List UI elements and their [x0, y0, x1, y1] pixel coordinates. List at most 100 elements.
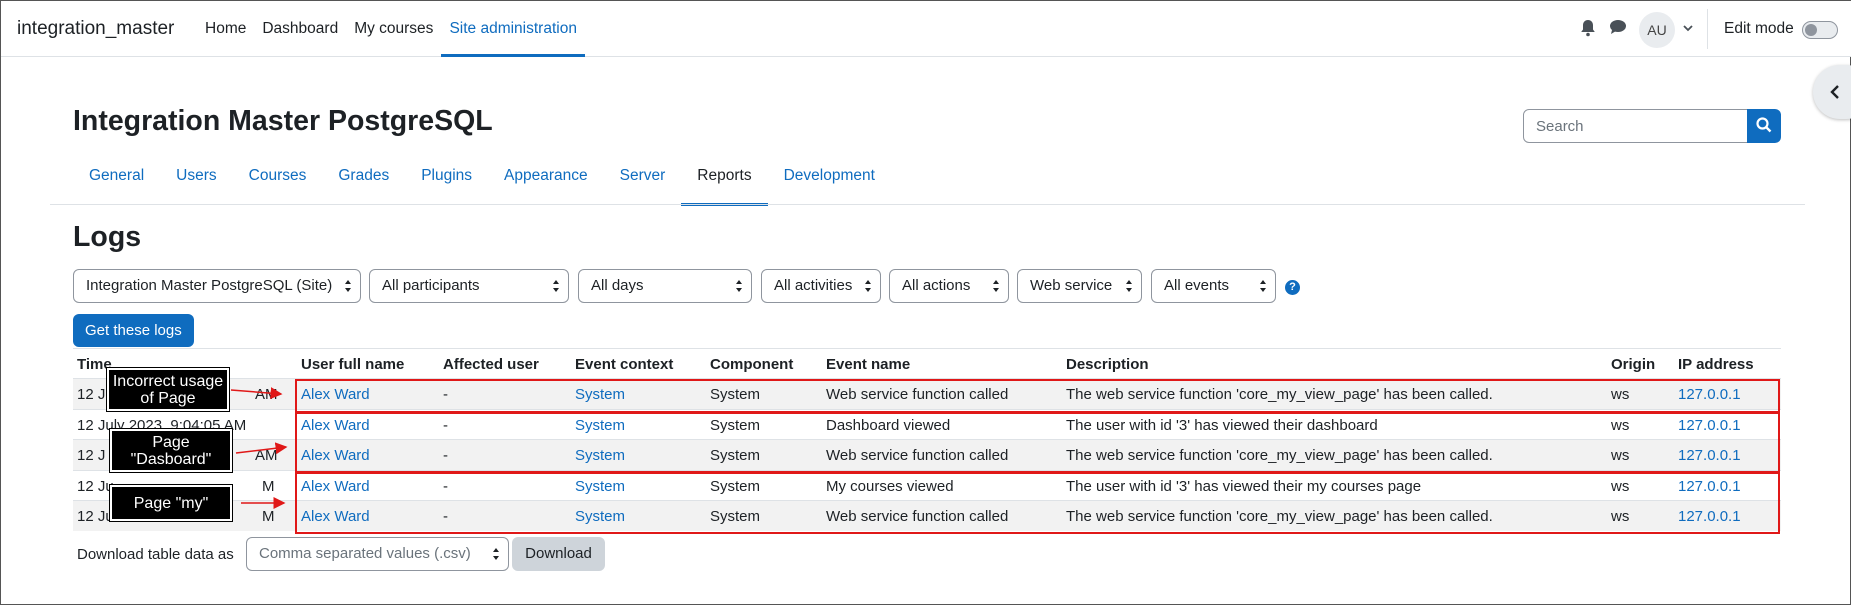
chevron-down-icon[interactable] — [1682, 21, 1696, 35]
row-user-link[interactable]: Alex Ward — [301, 508, 370, 525]
events-select-value: All events — [1164, 277, 1230, 294]
row-user-link[interactable]: Alex Ward — [301, 417, 370, 434]
row-context-link[interactable]: System — [575, 417, 625, 434]
callout-page-my: Page "my" — [109, 484, 233, 522]
edit-mode-label: Edit mode — [1724, 20, 1794, 37]
nav-home[interactable]: Home — [197, 1, 254, 57]
row-time: 12 J — [77, 386, 106, 403]
search-icon — [1756, 117, 1772, 133]
tab-courses[interactable]: Courses — [233, 163, 323, 205]
table-row: 12 Ju M Alex Ward - System System Web se… — [73, 500, 1781, 531]
row-event-name: My courses viewed — [826, 477, 954, 495]
tabs-divider — [50, 204, 1805, 205]
column-header-user[interactable]: User full name — [301, 356, 404, 373]
origin-select[interactable]: Web service — [1017, 269, 1142, 303]
row-origin: ws — [1611, 447, 1630, 465]
table-row: 12 J AM Alex Ward - System System Web se… — [73, 378, 1781, 409]
chevron-left-icon — [1830, 85, 1839, 99]
callout-incorrect-usage: Incorrect usage of Page — [106, 367, 230, 412]
download-label: Download table data as — [77, 546, 234, 563]
site-select-value: Integration Master PostgreSQL (Site) — [86, 277, 333, 294]
nav-site-administration[interactable]: Site administration — [441, 1, 585, 57]
table-header: Time User full name Affected user Event … — [73, 348, 1781, 378]
help-icon[interactable]: ? — [1285, 280, 1300, 295]
row-context-link[interactable]: System — [575, 447, 625, 464]
tab-server[interactable]: Server — [604, 163, 682, 205]
row-time: 12 Ju — [77, 508, 114, 526]
row-description: The web service function 'core_my_view_p… — [1066, 508, 1493, 526]
row-component: System — [710, 416, 761, 434]
row-user-link[interactable]: Alex Ward — [301, 386, 370, 403]
row-user-link[interactable]: Alex Ward — [301, 447, 370, 464]
search-button[interactable] — [1747, 109, 1781, 143]
row-ip-link[interactable]: 127.0.0.1 — [1678, 508, 1741, 525]
row-component: System — [710, 508, 761, 526]
row-origin: ws — [1611, 386, 1630, 403]
tab-reports[interactable]: Reports — [681, 163, 768, 206]
messages-chat-icon[interactable] — [1609, 19, 1629, 39]
primary-navigation: Home Dashboard My courses Site administr… — [197, 1, 585, 57]
download-button[interactable]: Download — [512, 537, 605, 571]
days-select-value: All days — [591, 277, 644, 294]
open-drawer-button[interactable] — [1813, 65, 1851, 119]
get-these-logs-button[interactable]: Get these logs — [73, 314, 194, 347]
select-arrows-icon — [1126, 280, 1132, 292]
select-arrows-icon — [493, 548, 499, 560]
events-select[interactable]: All events — [1151, 269, 1276, 303]
nav-dashboard[interactable]: Dashboard — [254, 1, 346, 57]
row-event-name: Web service function called — [826, 508, 1009, 526]
origin-select-value: Web service — [1030, 277, 1113, 294]
row-time-tail: M — [262, 477, 275, 495]
row-ip-link[interactable]: 127.0.0.1 — [1678, 447, 1741, 464]
row-affected-user: - — [443, 386, 448, 403]
row-affected-user: - — [443, 477, 448, 495]
search-field[interactable] — [1523, 109, 1749, 143]
edit-mode-toggle[interactable] — [1802, 21, 1838, 39]
row-origin: ws — [1611, 416, 1630, 434]
page-title: Integration Master PostgreSQL — [73, 105, 493, 137]
site-name[interactable]: integration_master — [17, 18, 174, 40]
admin-tabs: General Users Courses Grades Plugins App… — [73, 163, 891, 206]
select-arrows-icon — [1260, 280, 1266, 292]
row-affected-user: - — [443, 416, 448, 434]
column-header-ip-address: IP address — [1678, 356, 1754, 373]
row-affected-user: - — [443, 447, 448, 465]
tab-plugins[interactable]: Plugins — [405, 163, 488, 205]
tab-appearance[interactable]: Appearance — [488, 163, 604, 205]
user-avatar[interactable]: AU — [1639, 12, 1675, 48]
site-select[interactable]: Integration Master PostgreSQL (Site) — [73, 269, 361, 303]
tab-general[interactable]: General — [73, 163, 160, 205]
search-input[interactable] — [1524, 110, 1748, 142]
select-arrows-icon — [553, 280, 559, 292]
download-format-select[interactable]: Comma separated values (.csv) — [246, 537, 509, 571]
days-select[interactable]: All days — [578, 269, 752, 303]
nav-my-courses[interactable]: My courses — [346, 1, 441, 57]
activities-select-value: All activities — [774, 277, 853, 294]
row-component: System — [710, 386, 761, 403]
row-time-tail: AM — [255, 386, 278, 403]
row-context-link[interactable]: System — [575, 386, 625, 403]
tab-development[interactable]: Development — [768, 163, 891, 205]
row-origin: ws — [1611, 477, 1630, 495]
row-event-name: Web service function called — [826, 386, 1009, 403]
row-context-link[interactable]: System — [575, 508, 625, 525]
column-header-event-name: Event name — [826, 356, 911, 373]
participants-select[interactable]: All participants — [369, 269, 569, 303]
row-origin: ws — [1611, 508, 1630, 526]
row-event-name: Dashboard viewed — [826, 416, 951, 434]
activities-select[interactable]: All activities — [761, 269, 881, 303]
row-ip-link[interactable]: 127.0.0.1 — [1678, 386, 1741, 403]
tab-grades[interactable]: Grades — [322, 163, 405, 205]
navbar-divider — [1707, 9, 1708, 49]
row-context-link[interactable]: System — [575, 478, 625, 495]
tab-users[interactable]: Users — [160, 163, 232, 205]
actions-select[interactable]: All actions — [889, 269, 1009, 303]
logs-heading: Logs — [73, 221, 142, 253]
row-description: The web service function 'core_my_view_p… — [1066, 447, 1493, 465]
notifications-bell-icon[interactable] — [1580, 19, 1600, 39]
row-event-name: Web service function called — [826, 447, 1009, 465]
row-ip-link[interactable]: 127.0.0.1 — [1678, 417, 1741, 434]
row-ip-link[interactable]: 127.0.0.1 — [1678, 478, 1741, 495]
column-header-event-context: Event context — [575, 356, 674, 373]
row-user-link[interactable]: Alex Ward — [301, 478, 370, 495]
